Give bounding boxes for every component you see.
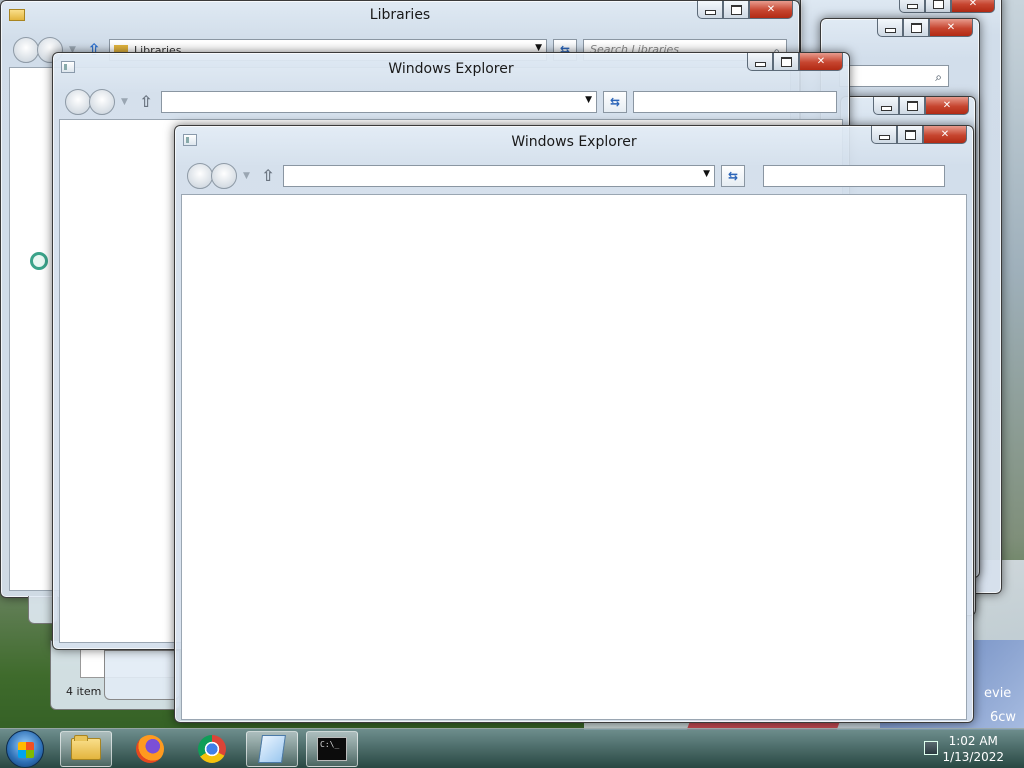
window-title: Libraries xyxy=(369,7,431,23)
address-bar[interactable]: ▼ xyxy=(283,165,715,187)
forward-button[interactable] xyxy=(89,89,115,115)
back-button[interactable] xyxy=(187,163,213,189)
back-button[interactable] xyxy=(65,89,91,115)
window-controls: ✕ xyxy=(871,126,967,144)
folder-icon xyxy=(71,735,101,760)
navigation-bar: ▼ ⇧ ▼ ⇆ xyxy=(187,163,961,189)
close-button[interactable]: ✕ xyxy=(925,97,969,115)
status-bar-text: 4 item xyxy=(66,685,102,698)
chrome-icon xyxy=(198,735,226,763)
system-clock[interactable]: 1:02 AM 1/13/2022 xyxy=(942,733,1004,765)
search-icon: ⌕ xyxy=(935,70,942,84)
window-title: Windows Explorer xyxy=(511,134,637,150)
clock-time: 1:02 AM xyxy=(948,734,998,748)
window-controls: ✕ xyxy=(697,1,793,19)
window-controls: ✕ xyxy=(877,19,973,37)
network-icon[interactable] xyxy=(924,741,938,755)
chevron-down-icon[interactable]: ▼ xyxy=(703,169,710,179)
start-button[interactable] xyxy=(6,730,44,768)
maximize-button[interactable] xyxy=(723,1,749,19)
firefox-icon xyxy=(136,735,164,763)
search-input[interactable]: ⌕ xyxy=(839,65,949,87)
address-bar[interactable]: ▼ xyxy=(161,91,597,113)
minimize-button[interactable] xyxy=(899,0,925,13)
wallpaper-text-1: evie xyxy=(984,686,1012,701)
back-button[interactable] xyxy=(13,37,39,63)
window-controls: ✕ xyxy=(899,0,995,13)
minimize-button[interactable] xyxy=(871,126,897,144)
close-button[interactable]: ✕ xyxy=(749,1,793,19)
up-arrow-icon[interactable]: ⇧ xyxy=(259,166,277,186)
taskbar-cmd[interactable]: C:\_ xyxy=(306,731,358,767)
maximize-button[interactable] xyxy=(899,97,925,115)
wallpaper-text-2: 6cw xyxy=(990,710,1017,725)
search-input[interactable] xyxy=(763,165,945,187)
clock-date: 1/13/2022 xyxy=(942,750,1004,764)
search-input[interactable] xyxy=(633,91,837,113)
close-button[interactable]: ✕ xyxy=(951,0,995,13)
minimize-button[interactable] xyxy=(747,53,773,71)
window-title: Windows Explorer xyxy=(388,61,514,77)
navigation-bar: ▼ ⇧ ▼ ⇆ xyxy=(65,89,837,115)
recent-pages-icon[interactable]: ▼ xyxy=(121,97,131,107)
forward-button[interactable] xyxy=(211,163,237,189)
maximize-button[interactable] xyxy=(773,53,799,71)
taskbar-notes[interactable] xyxy=(246,731,298,767)
window-controls: ✕ xyxy=(747,53,843,71)
minimize-button[interactable] xyxy=(873,97,899,115)
taskbar-chrome[interactable] xyxy=(186,731,238,767)
refresh-button[interactable]: ⇆ xyxy=(603,91,627,113)
minimize-button[interactable] xyxy=(697,1,723,19)
command-prompt-icon: C:\_ xyxy=(317,737,347,761)
explorer-content[interactable] xyxy=(181,194,967,720)
maximize-button[interactable] xyxy=(903,19,929,37)
up-arrow-icon[interactable]: ⇧ xyxy=(137,92,155,112)
maximize-button[interactable] xyxy=(897,126,923,144)
maximize-button[interactable] xyxy=(925,0,951,13)
taskbar: C:\_ 1:02 AM 1/13/2022 xyxy=(0,728,1024,768)
loading-icon xyxy=(30,252,48,270)
taskbar-explorer[interactable] xyxy=(60,731,112,767)
taskbar-firefox[interactable] xyxy=(124,731,176,767)
chevron-down-icon[interactable]: ▼ xyxy=(585,95,592,105)
notes-icon xyxy=(258,735,286,763)
close-button[interactable]: ✕ xyxy=(929,19,973,37)
window-frame-edge xyxy=(104,650,180,700)
close-button[interactable]: ✕ xyxy=(923,126,967,144)
refresh-button[interactable]: ⇆ xyxy=(721,165,745,187)
window-controls: ✕ xyxy=(873,97,969,115)
recent-pages-icon[interactable]: ▼ xyxy=(243,171,253,181)
explorer-window-2[interactable]: Windows Explorer ✕ ▼ ⇧ ▼ ⇆ xyxy=(174,125,974,723)
close-button[interactable]: ✕ xyxy=(799,53,843,71)
minimize-button[interactable] xyxy=(877,19,903,37)
